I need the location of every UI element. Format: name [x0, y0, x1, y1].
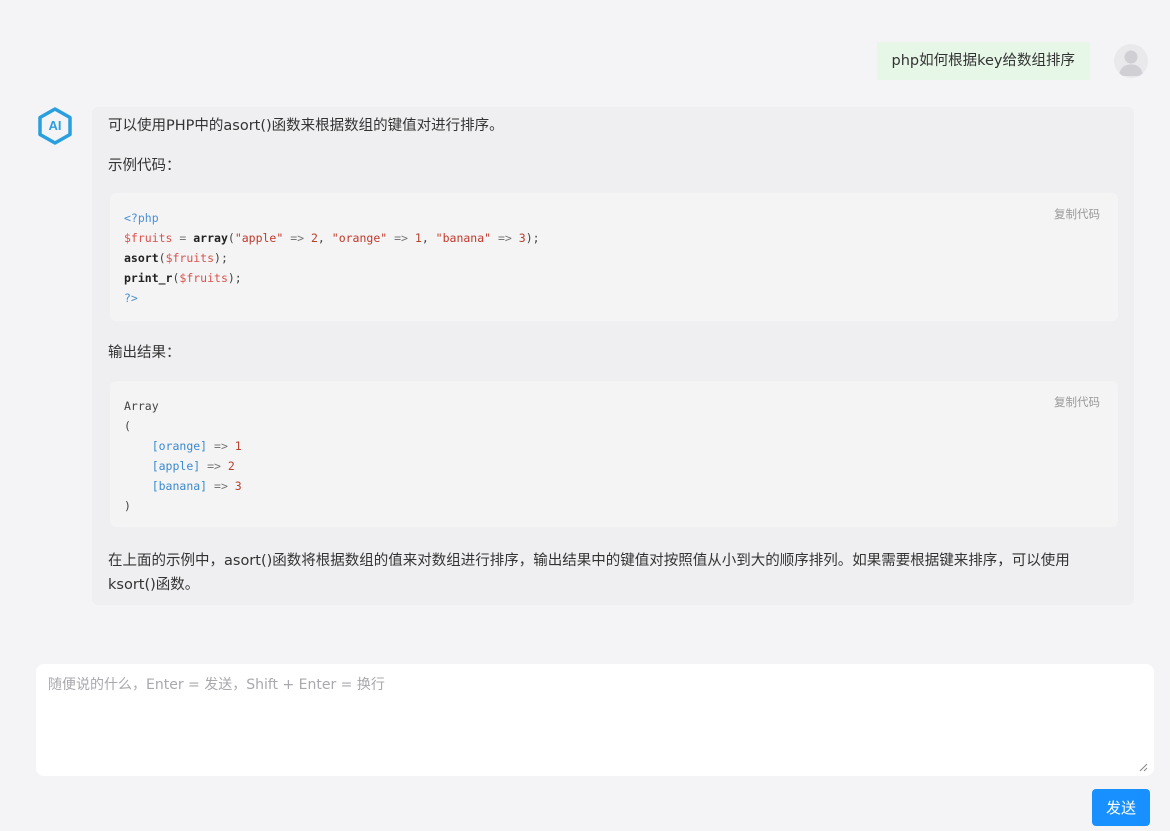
send-button[interactable]: 发送	[1092, 789, 1150, 826]
copy-code-button[interactable]: 复制代码	[1054, 204, 1100, 224]
user-message-row: php如何根据key给数组排序	[876, 42, 1148, 80]
example-code-label: 示例代码：	[108, 158, 181, 174]
code-token: [orange]	[151, 439, 208, 453]
code-token: $fruits	[179, 271, 228, 285]
code-token: asort	[124, 251, 159, 265]
code-line: )	[124, 499, 131, 513]
resize-handle-icon[interactable]	[1138, 762, 1148, 772]
ai-logo-text: AI	[48, 118, 62, 133]
code-token: =	[172, 231, 194, 245]
code-token: 3	[234, 479, 242, 493]
code-token: =>	[387, 231, 415, 245]
code-token: 2	[227, 459, 235, 473]
code-token: =>	[491, 231, 519, 245]
code-token: (	[227, 231, 235, 245]
message-input[interactable]	[36, 664, 1154, 776]
code-token: =>	[200, 459, 228, 473]
chat-page: php如何根据key给数组排序 AI 可以使用PHP中的asort()函数来根据…	[0, 0, 1170, 831]
copy-code-button[interactable]: 复制代码	[1054, 392, 1100, 412]
output-result-label: 输出结果：	[108, 345, 181, 361]
user-avatar-icon	[1114, 44, 1148, 78]
code-token: print_r	[124, 271, 173, 285]
code-token: =>	[207, 439, 235, 453]
code-line: ?>	[124, 291, 138, 305]
php-code: <?php $fruits = array("apple" => 2, "ora…	[110, 193, 1118, 323]
code-line: (	[124, 419, 131, 433]
php-code-block: 复制代码 <?php $fruits = array("apple" => 2,…	[110, 193, 1118, 321]
code-line: Array	[124, 399, 159, 413]
code-token: [banana]	[151, 479, 208, 493]
message-input-box	[36, 664, 1154, 776]
code-token: ,	[317, 231, 332, 245]
code-token: (	[158, 251, 166, 265]
output-code: Array ( [orange] => 1 [apple] => 2 [bana…	[110, 381, 1118, 531]
code-token: =>	[207, 479, 235, 493]
ai-intro-text: 可以使用PHP中的asort()函数来根据数组的键值对进行排序。	[108, 118, 504, 134]
output-code-block: 复制代码 Array ( [orange] => 1 [apple] => 2 …	[110, 381, 1118, 527]
ai-logo-icon: AI	[37, 107, 73, 145]
code-token: 1	[414, 231, 422, 245]
code-token: $fruits	[124, 231, 173, 245]
code-token: 3	[518, 231, 526, 245]
code-token: );	[214, 251, 228, 265]
user-message-bubble: php如何根据key给数组排序	[876, 42, 1090, 80]
code-token: );	[227, 271, 242, 285]
code-token: 1	[234, 439, 242, 453]
code-token: "apple"	[234, 231, 284, 245]
code-token: "banana"	[435, 231, 492, 245]
code-token: 2	[310, 231, 318, 245]
code-token: "orange"	[331, 231, 388, 245]
ai-conclusion-text: 在上面的示例中，asort()函数将根据数组的值来对数组进行排序，输出结果中的键…	[108, 553, 1070, 593]
code-token: =>	[283, 231, 311, 245]
code-token: [apple]	[151, 459, 201, 473]
code-token: ,	[421, 231, 436, 245]
code-line: <?php	[124, 211, 159, 225]
code-token: array	[193, 231, 228, 245]
code-token: $fruits	[165, 251, 215, 265]
code-token: );	[525, 231, 540, 245]
